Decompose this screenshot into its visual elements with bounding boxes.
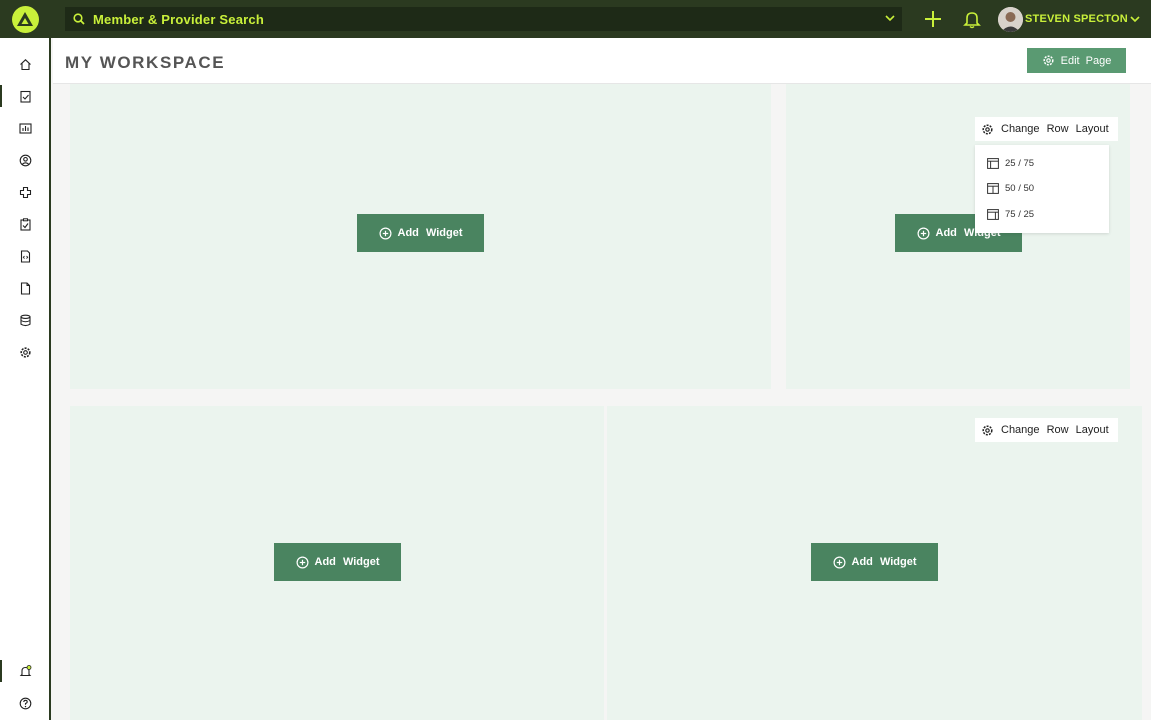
active-indicator: [0, 85, 2, 107]
bar-chart-icon[interactable]: [19, 122, 32, 135]
top-bar: Member & Provider Search STEVEN SPECTON: [0, 0, 1151, 38]
change-row-layout-button[interactable]: Change Row Layout: [975, 117, 1118, 141]
gear-icon: [1043, 55, 1054, 66]
add-widget-label: Add Widget: [397, 227, 463, 239]
layout-option-25-75[interactable]: 25 / 75: [987, 155, 1034, 171]
plus-circle-icon: [378, 226, 392, 240]
add-widget-button[interactable]: Add Widget: [357, 214, 484, 252]
document-code-icon[interactable]: [19, 250, 32, 263]
database-icon[interactable]: [19, 314, 32, 327]
add-widget-button[interactable]: Add Widget: [274, 543, 401, 581]
clipboard-check-icon[interactable]: [19, 90, 32, 103]
search-icon: [73, 13, 85, 25]
plus-circle-icon: [916, 226, 930, 240]
plus-circle-icon: [295, 555, 309, 569]
edit-page-label: Edit Page: [1060, 54, 1112, 67]
avatar[interactable]: [998, 7, 1023, 32]
add-widget-label: Add Widget: [314, 556, 380, 568]
gear-icon: [982, 424, 993, 436]
user-name[interactable]: STEVEN SPECTON: [1025, 13, 1128, 25]
change-row-layout-label: Change Row Layout: [1001, 424, 1109, 436]
search-bar[interactable]: Member & Provider Search: [65, 7, 902, 31]
medical-cross-icon[interactable]: [19, 186, 32, 199]
widget-panel-row1-left: Add Widget: [70, 84, 771, 389]
chevron-down-icon[interactable]: [884, 12, 896, 24]
settings-icon[interactable]: [19, 346, 32, 359]
notification-settings-icon[interactable]: [19, 665, 32, 678]
app-logo[interactable]: [0, 0, 50, 38]
home-icon[interactable]: [19, 58, 32, 71]
logo-icon: [11, 5, 39, 33]
task-list-icon[interactable]: [19, 218, 32, 231]
page-header: MY WORKSPACE Edit Page: [53, 38, 1151, 84]
page-title: MY WORKSPACE: [65, 53, 226, 72]
add-widget-label: Add Widget: [851, 556, 917, 568]
add-widget-button[interactable]: Add Widget: [811, 543, 938, 581]
layout-option-label: 50 / 50: [1005, 182, 1035, 194]
layout-option-50-50[interactable]: 50 / 50: [987, 180, 1034, 196]
user-circle-icon[interactable]: [19, 154, 32, 167]
layout-option-75-25[interactable]: 75 / 25: [987, 206, 1034, 222]
layout-option-label: 25 / 75: [1005, 157, 1035, 169]
help-icon[interactable]: [19, 697, 32, 710]
sidebar: [0, 38, 51, 720]
widget-panel-row2-right: Add Widget: [607, 406, 1142, 720]
change-row-layout-button[interactable]: Change Row Layout: [975, 418, 1118, 442]
layout-icon: [987, 208, 999, 220]
file-icon[interactable]: [19, 282, 32, 295]
search-input[interactable]: Member & Provider Search: [93, 12, 264, 27]
change-row-layout-label: Change Row Layout: [1001, 123, 1109, 135]
layout-dropdown-menu: 25 / 75 50 / 50 75 / 25: [975, 145, 1109, 233]
layout-icon: [987, 157, 999, 169]
bell-icon[interactable]: [962, 9, 982, 29]
bottom-indicator: [0, 660, 2, 682]
gear-icon: [982, 123, 993, 135]
layout-icon: [987, 182, 999, 194]
edit-page-button[interactable]: Edit Page: [1027, 48, 1126, 73]
widget-panel-row2-left: Add Widget: [70, 406, 604, 720]
add-icon[interactable]: [923, 9, 943, 29]
layout-option-label: 75 / 25: [1005, 208, 1035, 220]
plus-circle-icon: [832, 555, 846, 569]
chevron-down-icon[interactable]: [1129, 13, 1141, 25]
